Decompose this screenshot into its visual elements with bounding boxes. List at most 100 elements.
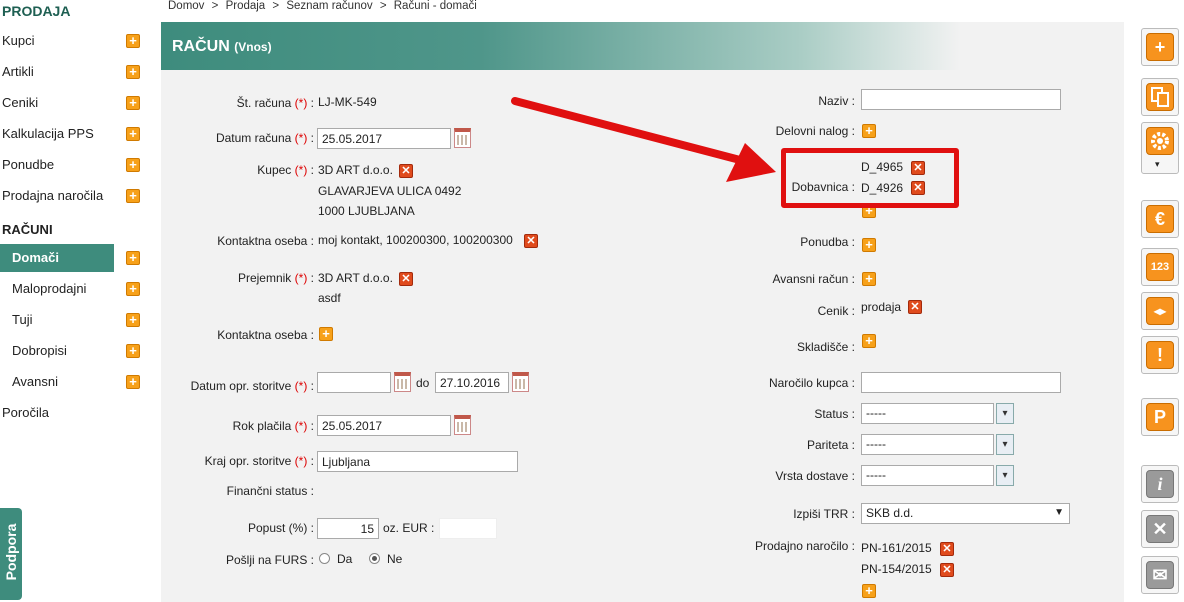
add-prodajna-narocila-icon[interactable]: +: [126, 189, 140, 203]
close-button[interactable]: ✕: [1141, 510, 1179, 548]
st-racuna-label: Št. računa (*) :: [236, 96, 314, 110]
mail-icon: ✉: [1146, 561, 1174, 589]
add-kontakt-icon[interactable]: +: [319, 327, 333, 341]
section-prodaja: PRODAJA: [2, 3, 71, 19]
sidebar-item-dobropisi[interactable]: Dobropisi: [0, 337, 142, 365]
add-ponudba-icon[interactable]: +: [862, 238, 876, 252]
kupec-street: GLAVARJEVA ULICA 0492: [318, 184, 462, 198]
p-button[interactable]: P: [1141, 398, 1179, 436]
sidebar-item-label: Ponudbe: [2, 157, 55, 172]
furs-ne-radio[interactable]: [369, 553, 380, 564]
vrsta-dostave-label: Vrsta dostave :: [775, 469, 855, 483]
rok-placila-label: Rok plačila (*) :: [232, 419, 314, 433]
kraj-opr-input[interactable]: [317, 451, 518, 472]
pariteta-select[interactable]: -----: [861, 434, 994, 455]
datum-racuna-label: Datum računa (*) :: [215, 131, 314, 145]
add-kalkulacija-icon[interactable]: +: [126, 127, 140, 141]
new-button[interactable]: +: [1141, 28, 1179, 66]
sidebar-item-avansni[interactable]: Avansni: [0, 368, 142, 396]
add-ponudbe-icon[interactable]: +: [126, 158, 140, 172]
mail-button[interactable]: ✉: [1141, 556, 1179, 594]
page-title: RAČUN (Vnos): [172, 38, 272, 56]
euro-button[interactable]: €: [1141, 200, 1179, 238]
calendar-icon[interactable]: [454, 415, 471, 435]
sidebar-item-label: Poročila: [2, 405, 49, 420]
page-subtitle: (Vnos): [234, 40, 272, 54]
sidebar-item-tuji[interactable]: Tuji: [0, 306, 142, 334]
izpisi-trr-select[interactable]: SKB d.d. ▼: [861, 503, 1070, 524]
sidebar-item-maloprodajni[interactable]: Maloprodajni: [0, 275, 142, 303]
info-button[interactable]: i: [1141, 465, 1179, 503]
narocilo-kupca-label: Naročilo kupca :: [768, 376, 855, 390]
add-avansni-icon[interactable]: +: [126, 375, 140, 389]
popust-input[interactable]: [317, 518, 379, 539]
remove-prejemnik-icon[interactable]: ✕: [399, 272, 413, 286]
calendar-icon[interactable]: [394, 372, 411, 392]
vrsta-dostave-select[interactable]: -----: [861, 465, 994, 486]
furs-da-radio[interactable]: [319, 553, 330, 564]
chevron-down-icon[interactable]: ▾: [996, 465, 1014, 486]
sidebar-item-label: Avansni: [12, 374, 59, 389]
datum-opr-from-input[interactable]: [317, 372, 391, 393]
sidebar-item-artikli[interactable]: Artikli: [0, 58, 142, 86]
breadcrumb-domov[interactable]: Domov: [168, 0, 204, 12]
narocilo-kupca-input[interactable]: [861, 372, 1061, 393]
prodajno-narocilo-item[interactable]: PN-161/2015: [861, 541, 932, 555]
add-skladisce-icon[interactable]: +: [862, 334, 876, 348]
calendar-icon[interactable]: [512, 372, 529, 392]
sidebar-item-label: Tuji: [12, 312, 33, 327]
status-select[interactable]: -----: [861, 403, 994, 424]
add-tuji-icon[interactable]: +: [126, 313, 140, 327]
datum-opr-to-input[interactable]: [435, 372, 509, 393]
add-prodajno-narocilo-icon[interactable]: +: [862, 584, 876, 598]
breadcrumb: Domov > Prodaja > Seznam računov > Račun…: [168, 0, 481, 16]
remove-cenik-icon[interactable]: ✕: [908, 300, 922, 314]
sidebar-item-ponudbe[interactable]: Ponudbe: [0, 151, 142, 179]
copy-button[interactable]: [1141, 78, 1179, 116]
sidebar-item-porocila[interactable]: Poročila: [0, 399, 142, 427]
remove-prodajno-narocilo-icon[interactable]: ✕: [940, 563, 954, 577]
add-avansni-racun-icon[interactable]: +: [862, 272, 876, 286]
add-kupci-icon[interactable]: +: [126, 34, 140, 48]
arrow-shaft: [511, 97, 744, 164]
eur-input[interactable]: [439, 518, 497, 539]
sidebar-item-domaci[interactable]: Domači: [0, 244, 114, 272]
remove-kupec-icon[interactable]: ✕: [399, 164, 413, 178]
numbers-button[interactable]: 123: [1141, 248, 1179, 286]
calendar-icon[interactable]: [454, 128, 471, 148]
sidebar-item-ceniki[interactable]: Ceniki: [0, 89, 142, 117]
add-maloprodajni-icon[interactable]: +: [126, 282, 140, 296]
breadcrumb-seznam-racunov[interactable]: Seznam računov: [286, 0, 372, 12]
chevron-down-icon[interactable]: ▾: [996, 403, 1014, 424]
euro-icon: €: [1146, 205, 1174, 233]
naziv-input[interactable]: [861, 89, 1061, 110]
datum-racuna-input[interactable]: [317, 128, 451, 149]
remove-kontakt-icon[interactable]: ✕: [524, 234, 538, 248]
kupec-city: 1000 LJUBLJANA: [318, 204, 415, 218]
prodajno-narocilo-item[interactable]: PN-154/2015: [861, 562, 932, 576]
kontaktna-oseba-label: Kontaktna oseba :: [217, 234, 314, 248]
izpisi-trr-label: Izpiši TRR :: [793, 507, 855, 521]
sidebar-item-prodajna-narocila[interactable]: Prodajna naročila: [0, 182, 142, 210]
popust-label: Popust (%) :: [247, 521, 314, 535]
rok-placila-input[interactable]: [317, 415, 451, 436]
chevron-down-icon[interactable]: ▾: [996, 434, 1014, 455]
sidebar-item-label: Artikli: [2, 64, 34, 79]
remove-prodajno-narocilo-icon[interactable]: ✕: [940, 542, 954, 556]
p-icon: P: [1146, 403, 1174, 431]
sidebar-item-kalkulacija[interactable]: Kalkulacija PPS: [0, 120, 142, 148]
poslji-furs-label: Pošlji na FURS :: [225, 553, 314, 567]
support-tab[interactable]: Podpora: [0, 508, 22, 600]
add-dobropisi-icon[interactable]: +: [126, 344, 140, 358]
sidebar-item-kupci[interactable]: Kupci: [0, 27, 142, 55]
split-button[interactable]: ◂▸: [1141, 292, 1179, 330]
add-domaci-icon[interactable]: +: [126, 251, 140, 265]
copy-icon: [1146, 83, 1174, 111]
caret-down-icon: ▾: [1155, 159, 1160, 169]
add-ceniki-icon[interactable]: +: [126, 96, 140, 110]
add-artikli-icon[interactable]: +: [126, 65, 140, 79]
settings-button[interactable]: ▾: [1141, 122, 1179, 174]
breadcrumb-prodaja[interactable]: Prodaja: [226, 0, 266, 12]
add-delovni-nalog-icon[interactable]: +: [862, 124, 876, 138]
warning-button[interactable]: !: [1141, 336, 1179, 374]
